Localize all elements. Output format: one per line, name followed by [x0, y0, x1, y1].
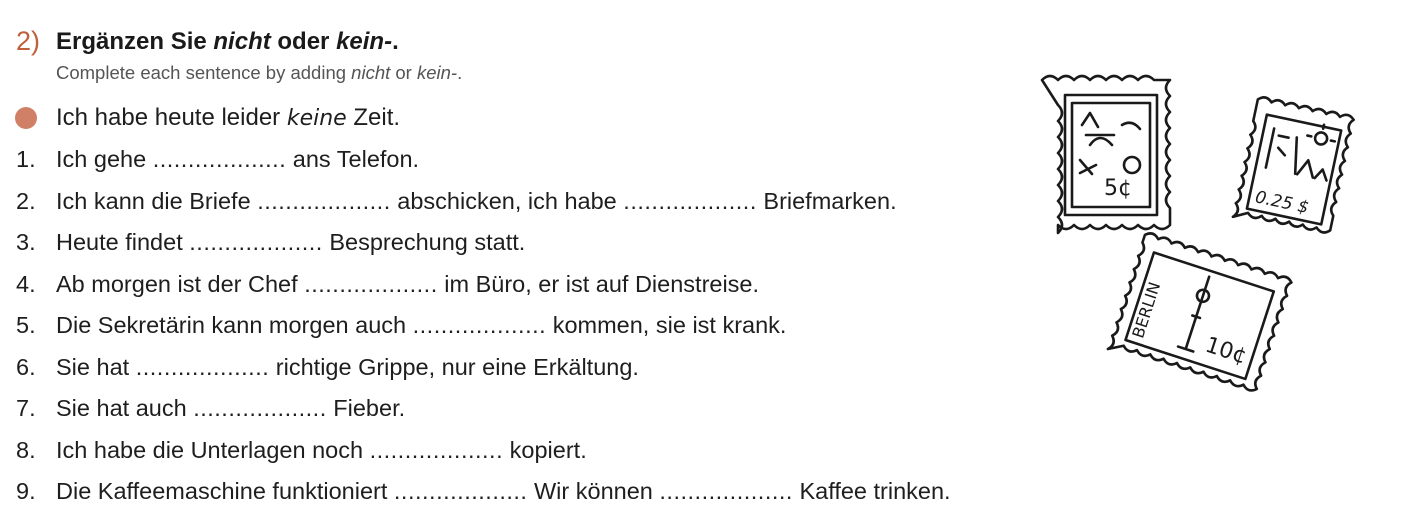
item-text: Sie hat ................... richtige Gri… — [56, 354, 639, 381]
item-number: 3. — [16, 229, 36, 255]
stamp-2-value: 0.25 $ — [1253, 187, 1310, 218]
item-text-part: Ich habe die Unterlagen noch — [56, 436, 370, 463]
item-number: 8. — [16, 436, 36, 463]
answer-blank[interactable]: ................... — [153, 146, 287, 173]
subtitle-part: Complete each sentence by adding — [56, 62, 352, 83]
exercise-number: 2) — [16, 26, 41, 56]
stamp-3-icon: BERLIN 10¢ — [1106, 232, 1293, 392]
title-kein: kein- — [336, 28, 393, 55]
item-text-part: Ab morgen ist der Chef — [56, 270, 305, 297]
example-answer: keine — [286, 106, 347, 131]
item-text: Die Sekretärin kann morgen auch ........… — [56, 312, 786, 339]
item-text-part: richtige Grippe, nur eine Erkältung. — [269, 353, 639, 380]
answer-blank[interactable]: ................... — [189, 229, 323, 256]
answer-blank[interactable]: ................... — [623, 188, 757, 215]
item-number: 6. — [16, 353, 36, 380]
item-text-part: Besprechung statt. — [322, 229, 526, 255]
example-text: Zeit. — [346, 104, 401, 131]
exercise-title: Ergänzen Sie nicht oder kein-. — [56, 28, 399, 56]
stamp-1-value: 5¢ — [1104, 176, 1132, 201]
item-text-part: ans Telefon. — [286, 146, 420, 172]
item-text-part: abschicken, ich habe — [390, 187, 624, 214]
item-number: 1. — [16, 146, 36, 172]
answer-blank[interactable]: ................... — [659, 478, 793, 505]
item-text-part: Fieber. — [326, 395, 406, 421]
item-text: Ich kann die Briefe ................... … — [56, 188, 897, 215]
stamp-3-city: BERLIN — [1128, 280, 1164, 341]
item-text-part: Sie hat auch — [56, 395, 194, 421]
item-text-part: Wir können — [527, 478, 660, 504]
item-text: Die Kaffeemaschine funktioniert ........… — [56, 478, 951, 505]
item-text: Sie hat auch ................... Fieber. — [56, 395, 405, 422]
item-number: 4. — [16, 270, 36, 297]
answer-blank[interactable]: ................... — [413, 312, 547, 339]
item-text-part: Ich gehe — [56, 146, 153, 172]
example-text: Ich habe heute leider — [56, 104, 287, 131]
subtitle-kein: kein- — [416, 62, 458, 83]
item-text-part: Die Sekretärin kann morgen auch — [56, 312, 413, 338]
item-text-part: kommen, sie ist krank. — [546, 312, 787, 338]
item-text-part: Briefmarken. — [756, 187, 897, 214]
stamp-2-icon: 0.25 $ — [1231, 96, 1355, 234]
subtitle-part: . — [457, 62, 463, 83]
answer-blank[interactable]: ................... — [136, 354, 270, 381]
item-text-part: kopiert. — [503, 436, 587, 463]
item-text-part: Die Kaffeemaschine funktioniert — [56, 478, 394, 504]
item-text: Ich habe die Unterlagen noch ...........… — [56, 437, 587, 464]
item-number: 9. — [16, 478, 36, 504]
title-part: Ergänzen Sie — [56, 28, 214, 55]
item-text-part: Ich kann die Briefe — [56, 187, 258, 214]
answer-blank[interactable]: ................... — [304, 271, 438, 298]
answer-blank[interactable]: ................... — [193, 395, 327, 422]
title-part: . — [392, 28, 399, 55]
stamp-1-icon: 5¢ — [1040, 74, 1172, 235]
example-sentence: Ich habe heute leider keine Zeit. — [56, 104, 400, 132]
item-text-part: im Büro, er ist auf Dienstreise. — [437, 270, 760, 297]
answer-blank[interactable]: ................... — [394, 478, 528, 505]
title-part: oder — [270, 28, 337, 55]
item-number: 5. — [16, 312, 36, 338]
item-text: Heute findet ................... Besprec… — [56, 229, 525, 256]
item-text: Ich gehe ................... ans Telefon… — [56, 146, 419, 173]
subtitle-part: or — [390, 62, 417, 83]
stamp-3-value: 10¢ — [1202, 333, 1250, 370]
subtitle-nicht: nicht — [351, 62, 391, 83]
example-bullet-icon — [15, 107, 37, 129]
exercise-instructions: Complete each sentence by adding nicht o… — [56, 62, 462, 84]
item-text-part: Sie hat — [56, 353, 136, 380]
answer-blank[interactable]: ................... — [370, 437, 504, 464]
answer-blank[interactable]: ................... — [257, 188, 391, 215]
postage-stamps-illustration: 5¢ 0.25 $ BERLIN 10¢ — [1040, 74, 1355, 392]
item-number: 2. — [16, 187, 36, 214]
item-number: 7. — [16, 395, 36, 421]
item-text-part: Heute findet — [56, 229, 190, 255]
item-text: Ab morgen ist der Chef .................… — [56, 271, 759, 298]
title-nicht: nicht — [213, 28, 271, 55]
item-text-part: Kaffee trinken. — [792, 478, 951, 504]
